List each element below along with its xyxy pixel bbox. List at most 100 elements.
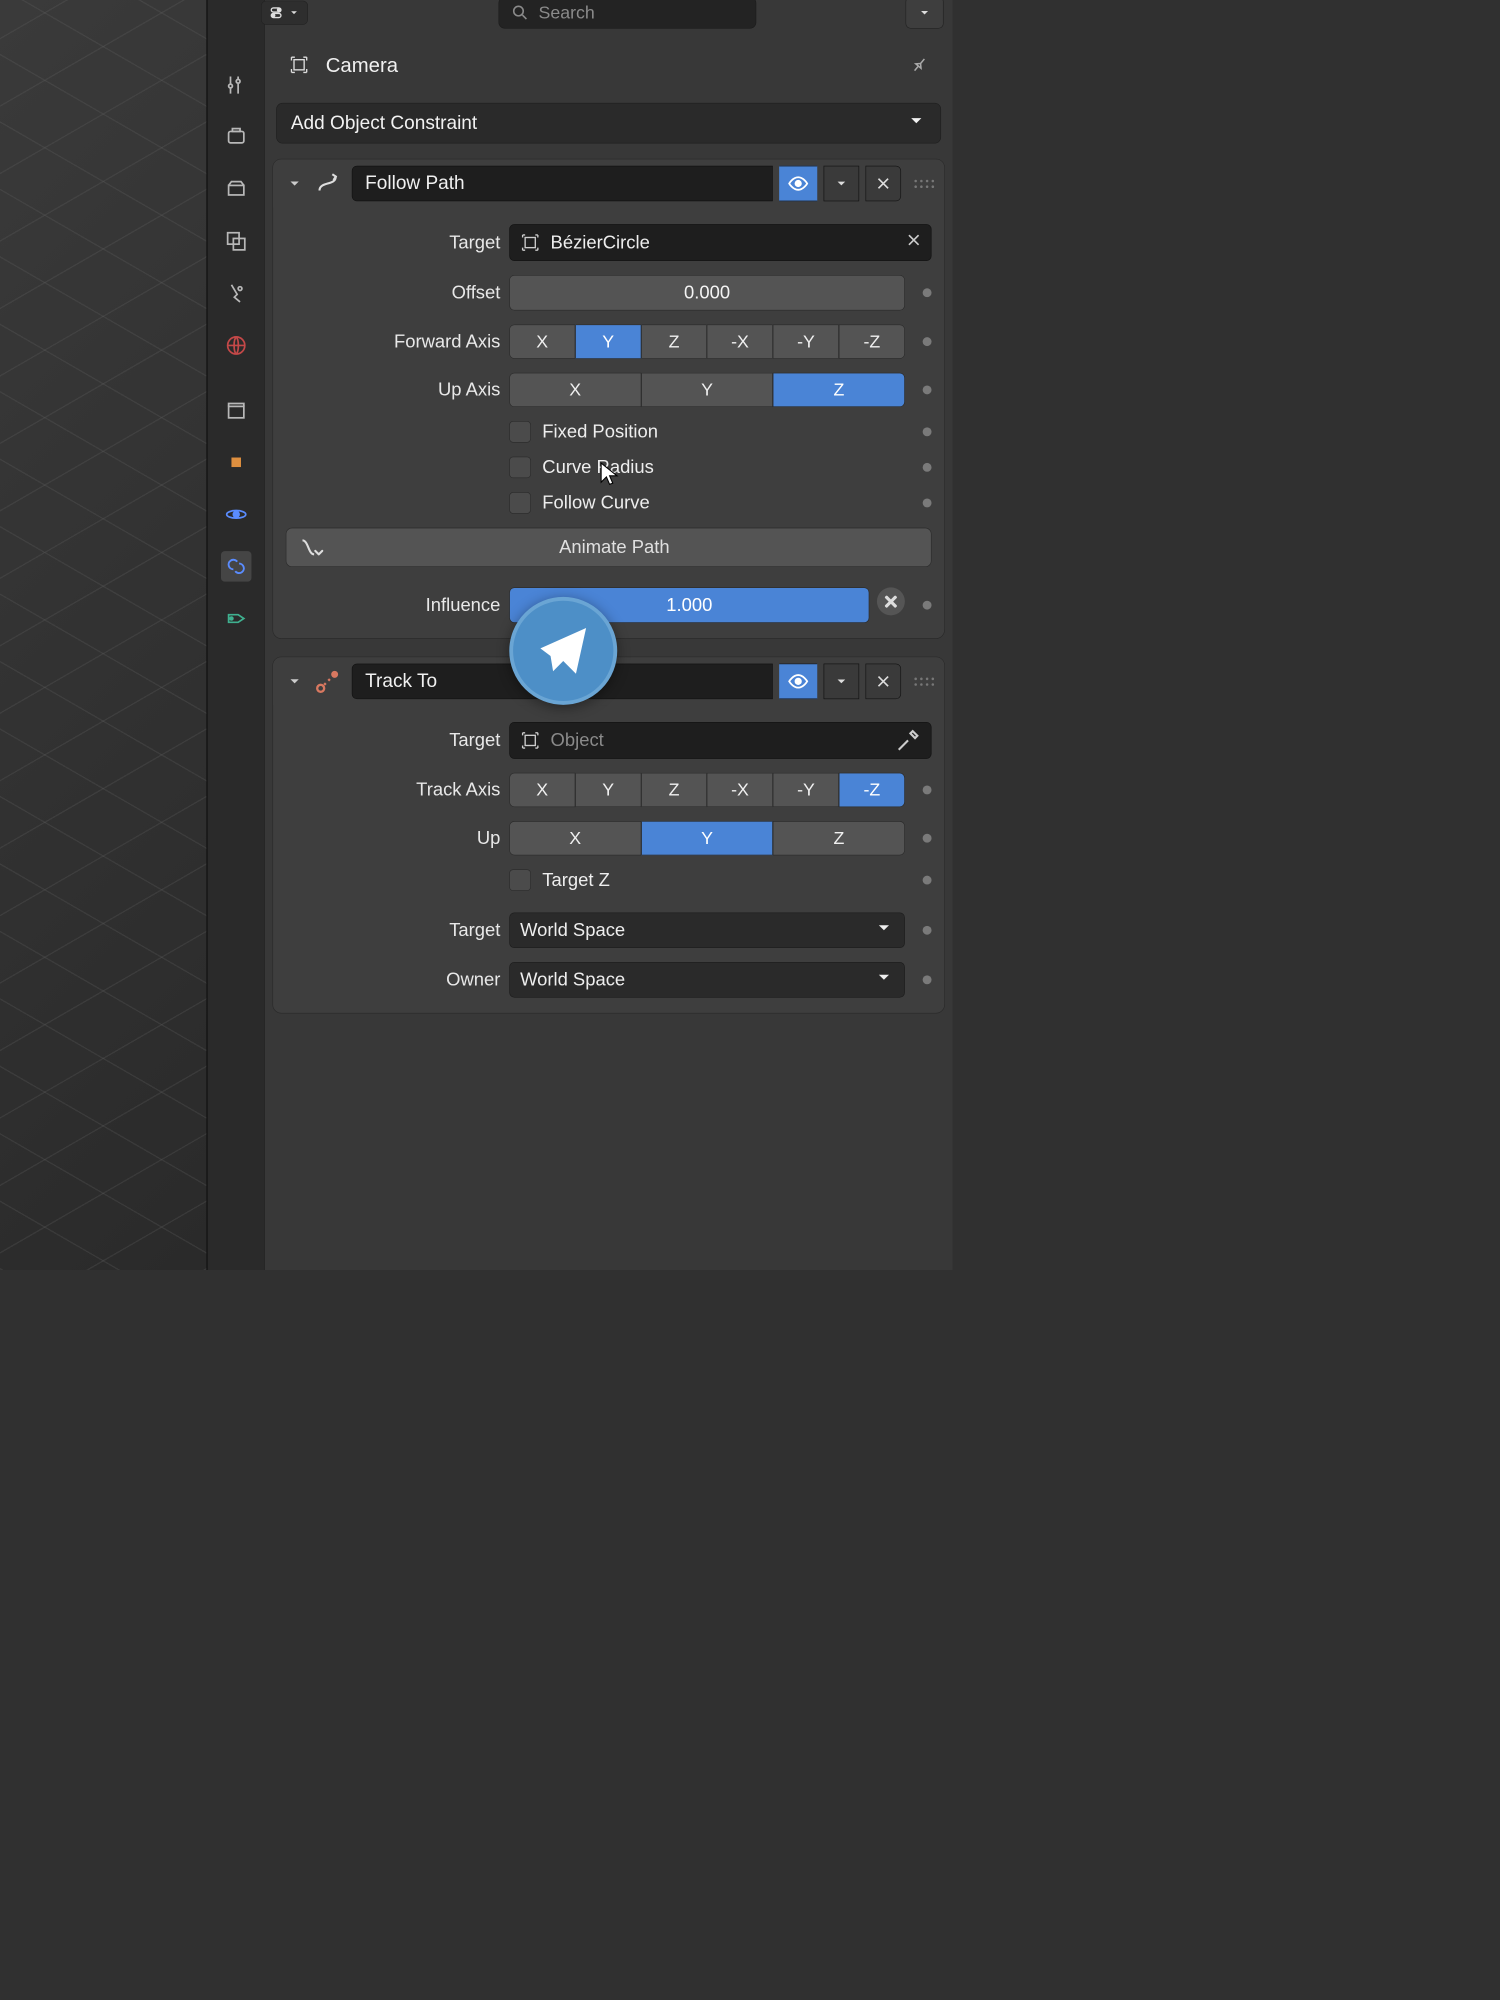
follow-path-icon: [314, 170, 342, 198]
collapse-toggle[interactable]: [282, 669, 307, 694]
add-constraint-dropdown[interactable]: Add Object Constraint: [276, 103, 941, 144]
delete-constraint-button[interactable]: [866, 664, 902, 700]
search-input[interactable]: Search: [498, 0, 756, 29]
chevron-down-icon: [874, 967, 894, 992]
target-placeholder: Object: [551, 730, 604, 751]
track-to-icon: [314, 667, 342, 695]
animate-path-label: Animate Path: [326, 537, 931, 558]
track-axis-group: XYZ-X-Y-Z: [509, 773, 905, 807]
axis-button-y[interactable]: Y: [641, 373, 773, 407]
object-icon: [519, 231, 542, 254]
target-label: Target: [286, 730, 501, 751]
target-z-label: Target Z: [542, 870, 610, 891]
axis-button-y[interactable]: Y: [641, 821, 773, 855]
filter-dropdown[interactable]: [906, 0, 944, 29]
tab-constraints-icon[interactable]: [221, 551, 251, 581]
target-space-select[interactable]: World Space: [509, 912, 905, 948]
tab-tool-icon[interactable]: [221, 70, 251, 100]
tab-data-icon[interactable]: [221, 603, 251, 633]
axis-button-x[interactable]: X: [509, 324, 575, 358]
object-icon: [519, 729, 542, 752]
animate-path-button[interactable]: Animate Path: [286, 528, 932, 567]
curve-radius-checkbox[interactable]: [509, 457, 531, 479]
axis-button-z[interactable]: Z: [641, 324, 707, 358]
animate-dot[interactable]: [923, 975, 932, 984]
animate-dot[interactable]: [923, 385, 932, 394]
target-field[interactable]: Object: [509, 722, 931, 759]
track-axis-label: Track Axis: [286, 779, 501, 800]
clear-target-icon[interactable]: [906, 232, 923, 254]
animate-dot[interactable]: [923, 288, 932, 297]
offset-field[interactable]: 0.000: [509, 275, 905, 311]
tab-scene-icon[interactable]: [221, 278, 251, 308]
target-label: Target: [286, 232, 501, 253]
axis-button-y[interactable]: Y: [575, 324, 641, 358]
animate-dot[interactable]: [923, 876, 932, 885]
axis-button-negz[interactable]: -Z: [839, 324, 905, 358]
animate-dot[interactable]: [923, 427, 932, 436]
axis-button-z[interactable]: Z: [641, 773, 707, 807]
up-axis-label: Up Axis: [286, 379, 501, 400]
tab-viewlayer-icon[interactable]: [221, 226, 251, 256]
axis-button-negy[interactable]: -Y: [773, 324, 839, 358]
animate-dot[interactable]: [923, 601, 932, 610]
owner-space-label: Owner: [286, 969, 501, 990]
animate-dot[interactable]: [923, 498, 932, 507]
extras-dropdown[interactable]: [824, 166, 860, 202]
extras-dropdown[interactable]: [824, 664, 860, 700]
disable-influence-button[interactable]: [877, 587, 905, 615]
animate-dot[interactable]: [923, 337, 932, 346]
owner-space-select[interactable]: World Space: [509, 962, 905, 998]
curve-radius-label: Curve Radius: [542, 457, 654, 478]
animate-dot[interactable]: [923, 785, 932, 794]
target-space-label: Target: [286, 920, 501, 941]
animate-dot[interactable]: [923, 834, 932, 843]
follow-curve-checkbox[interactable]: [509, 492, 531, 514]
animate-dot[interactable]: [923, 463, 932, 472]
forward-axis-label: Forward Axis: [286, 331, 501, 352]
forward-axis-group: XYZ-X-Y-Z: [509, 324, 905, 358]
up-axis-label: Up: [286, 828, 501, 849]
tab-collection-icon[interactable]: [221, 395, 251, 425]
axis-button-z[interactable]: Z: [773, 373, 905, 407]
options-menu-button[interactable]: [261, 1, 308, 25]
fixed-position-checkbox[interactable]: [509, 421, 531, 443]
axis-button-negy[interactable]: -Y: [773, 773, 839, 807]
tab-world-icon[interactable]: [221, 330, 251, 360]
chevron-down-icon: [906, 110, 926, 135]
tab-render-icon[interactable]: [221, 122, 251, 152]
eyedropper-icon[interactable]: [894, 726, 922, 754]
drag-handle-icon[interactable]: [912, 669, 935, 694]
up-axis-group: XYZ: [509, 373, 905, 407]
axis-button-negz[interactable]: -Z: [839, 773, 905, 807]
axis-button-x[interactable]: X: [509, 821, 641, 855]
follow-curve-label: Follow Curve: [542, 492, 649, 513]
animate-dot[interactable]: [923, 926, 932, 935]
axis-button-z[interactable]: Z: [773, 821, 905, 855]
constraint-track-to: Track To Target Object: [272, 657, 944, 1014]
telegram-badge-icon: [509, 597, 617, 705]
axis-button-negx[interactable]: -X: [707, 773, 773, 807]
axis-button-x[interactable]: X: [509, 373, 641, 407]
drag-handle-icon[interactable]: [912, 171, 935, 196]
tab-object-icon[interactable]: [221, 447, 251, 477]
pin-icon[interactable]: [900, 45, 939, 84]
constraint-follow-path: Follow Path Target BézierCircle: [272, 159, 944, 639]
mute-toggle[interactable]: [779, 664, 817, 700]
target-z-checkbox[interactable]: [509, 869, 531, 891]
axis-button-x[interactable]: X: [509, 773, 575, 807]
axis-button-y[interactable]: Y: [575, 773, 641, 807]
mute-toggle[interactable]: [779, 166, 817, 202]
properties-tabs: [208, 0, 265, 1270]
object-type-icon: [284, 50, 314, 80]
target-field[interactable]: BézierCircle: [509, 224, 931, 261]
collapse-toggle[interactable]: [282, 171, 307, 196]
influence-label: Influence: [286, 595, 501, 616]
search-placeholder: Search: [538, 3, 594, 23]
axis-button-negx[interactable]: -X: [707, 324, 773, 358]
constraint-name-field[interactable]: Follow Path: [352, 166, 773, 202]
tab-output-icon[interactable]: [221, 174, 251, 204]
viewport-edge: [0, 0, 208, 1270]
tab-physics-icon[interactable]: [221, 499, 251, 529]
delete-constraint-button[interactable]: [866, 166, 902, 202]
